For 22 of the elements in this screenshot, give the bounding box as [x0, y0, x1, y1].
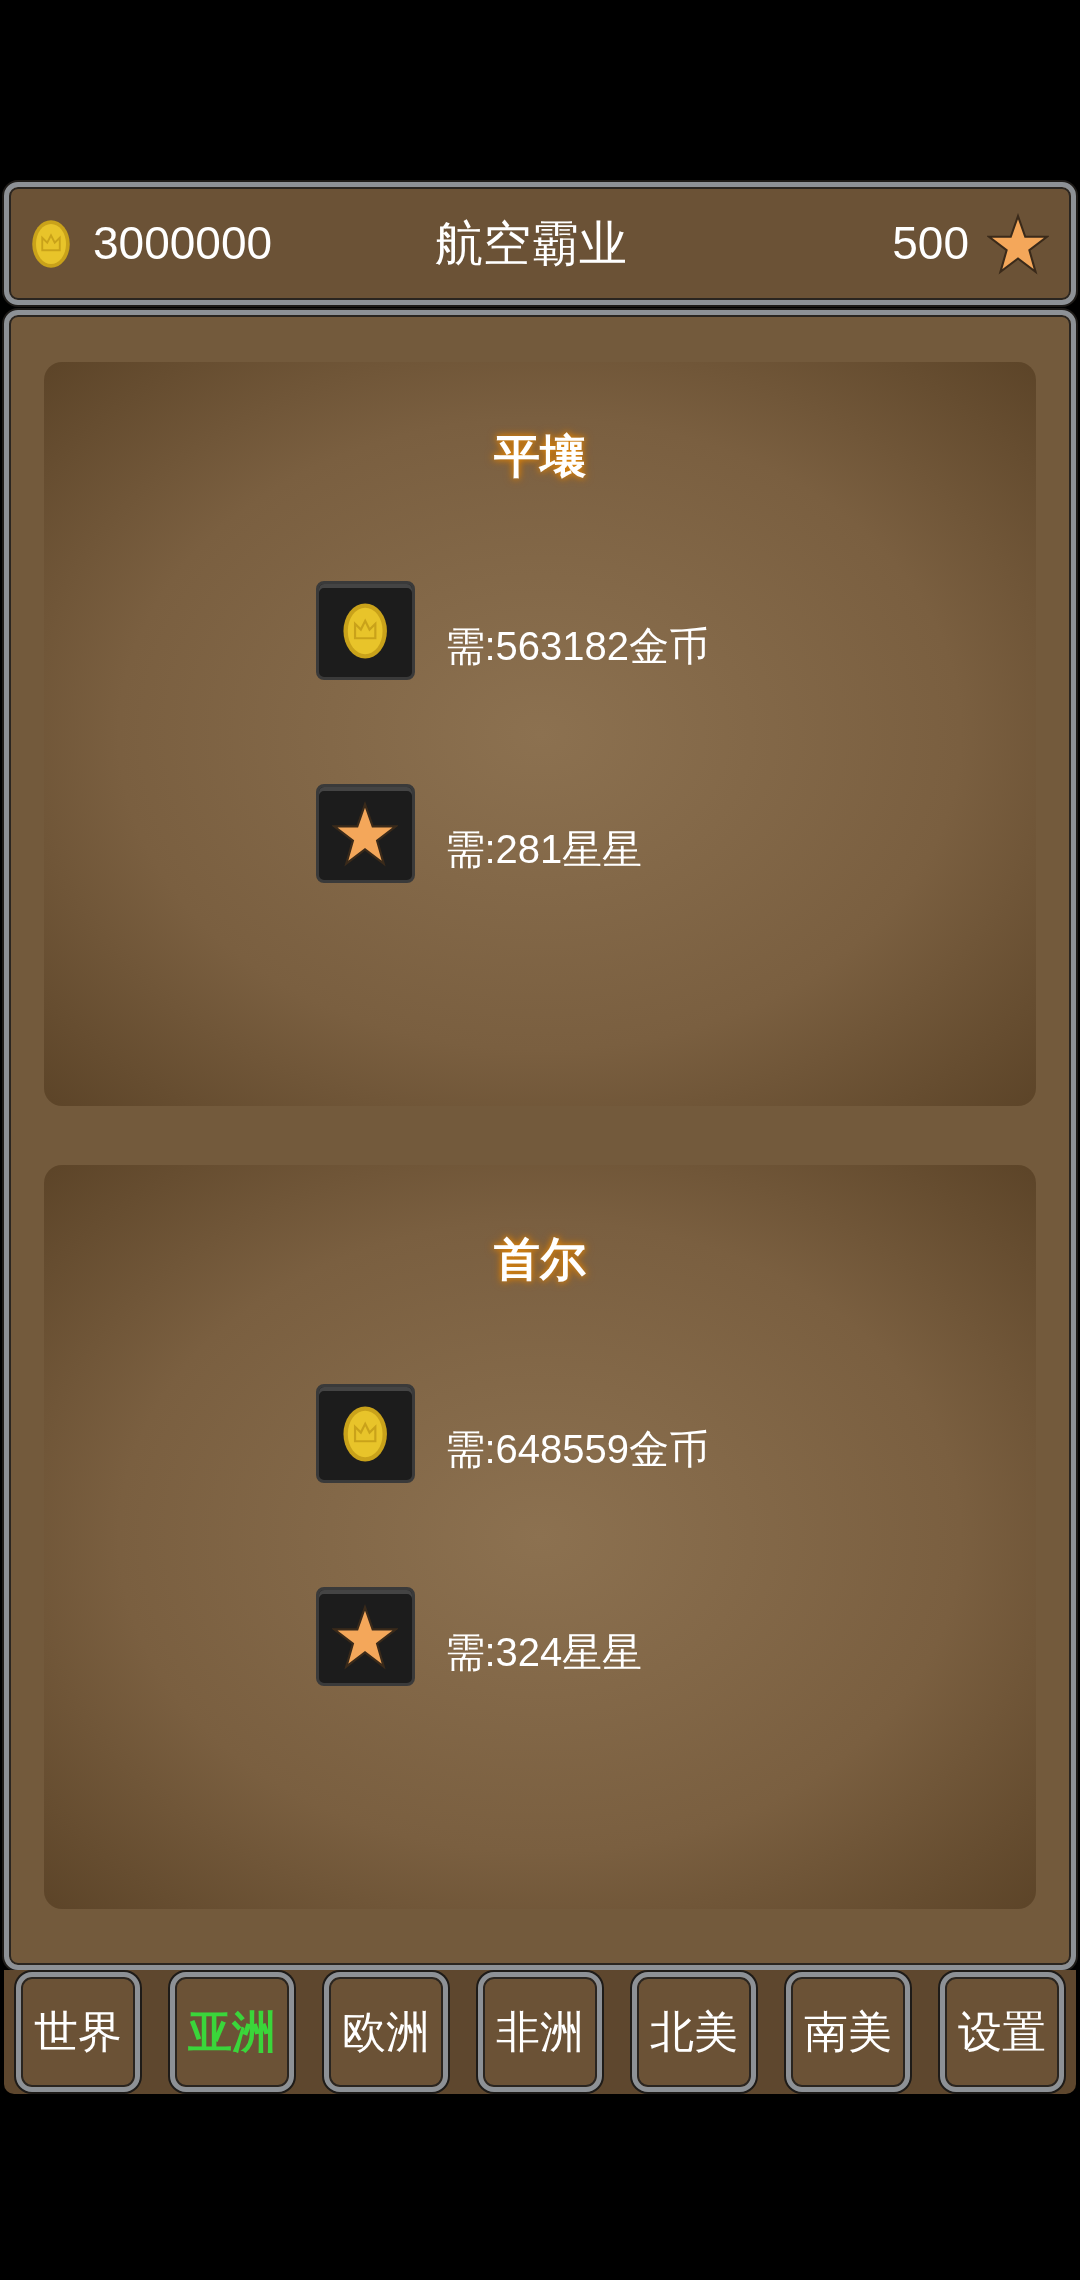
region-tab[interactable]: 世界	[16, 1972, 140, 2092]
requirement-text: 需:324星星	[444, 1629, 644, 1676]
region-tab[interactable]: 欧洲	[324, 1972, 448, 2092]
requirement-text: 需:563182金币	[444, 623, 711, 670]
city-name: 平壤	[494, 429, 586, 484]
region-tab[interactable]: 北美	[632, 1972, 756, 2092]
region-tab[interactable]: 南美	[786, 1972, 910, 2092]
star-icon	[332, 1603, 398, 1670]
star-icon	[332, 800, 398, 867]
requirement-text: 需:648559金币	[444, 1426, 711, 1473]
region-tab[interactable]: 设置	[940, 1972, 1064, 2092]
requirement-text: 需:281星星	[444, 826, 644, 873]
coin-icon	[31, 218, 71, 269]
coin-count: 3000000	[93, 216, 274, 271]
region-tab[interactable]: 亚洲	[170, 1972, 294, 2092]
star-icon	[987, 212, 1049, 275]
city-name: 首尔	[494, 1232, 586, 1287]
coin-icon	[341, 601, 389, 660]
coin-icon	[341, 1404, 389, 1463]
region-tab[interactable]: 非洲	[478, 1972, 602, 2092]
game-title: 航空霸业	[434, 215, 628, 272]
star-count: 500	[891, 216, 969, 271]
